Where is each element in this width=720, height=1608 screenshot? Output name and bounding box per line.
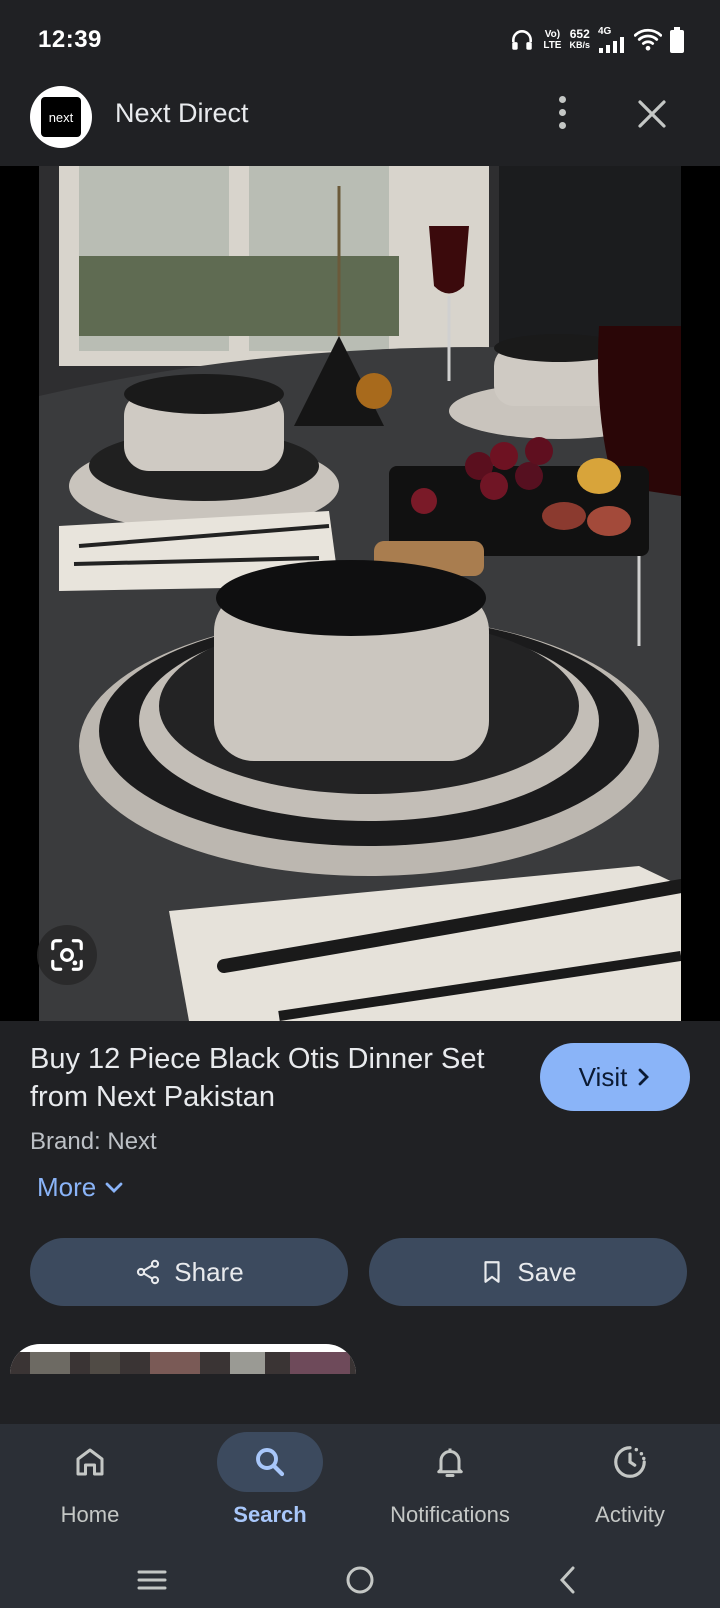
dot bbox=[558, 95, 566, 103]
image-viewer[interactable] bbox=[0, 166, 720, 1021]
bell-icon bbox=[437, 1448, 463, 1477]
volte-indicator: Vo) LTE bbox=[543, 29, 562, 51]
nav-activity-label: Activity bbox=[595, 1502, 665, 1527]
site-logo-text: next bbox=[41, 97, 81, 137]
status-time: 12:39 bbox=[38, 26, 102, 53]
signal-icon bbox=[599, 37, 624, 53]
related-image-card[interactable] bbox=[10, 1344, 356, 1374]
nav-notifications-icon-wrap bbox=[397, 1432, 503, 1492]
nav-home-label: Home bbox=[60, 1502, 120, 1527]
site-logo[interactable]: next bbox=[30, 86, 92, 148]
close-icon[interactable] bbox=[632, 94, 672, 134]
back-button[interactable] bbox=[548, 1560, 588, 1600]
google-lens-button[interactable] bbox=[37, 925, 97, 985]
dot bbox=[558, 121, 566, 129]
nav-notifications-label: Notifications bbox=[390, 1502, 510, 1527]
system-navigation-bar bbox=[0, 1550, 720, 1608]
nav-activity-icon-wrap bbox=[577, 1432, 683, 1492]
more-options-button[interactable] bbox=[546, 94, 578, 130]
nav-home-icon-wrap bbox=[37, 1432, 143, 1492]
site-name[interactable]: Next Direct bbox=[115, 98, 249, 129]
status-bar: 12:39 Vo) LTE 652 KB/s 4G bbox=[0, 0, 720, 80]
menu-lines-icon bbox=[137, 1570, 167, 1590]
chevron-down-icon bbox=[105, 1182, 123, 1193]
save-button[interactable]: Save bbox=[369, 1238, 687, 1306]
recent-apps-button[interactable] bbox=[132, 1560, 172, 1600]
headphones-icon bbox=[512, 30, 533, 50]
back-chevron-icon bbox=[559, 1566, 575, 1594]
product-title[interactable]: Buy 12 Piece Black Otis Dinner Set from … bbox=[30, 1040, 520, 1116]
share-label: Share bbox=[174, 1256, 244, 1287]
search-icon bbox=[256, 1448, 285, 1477]
activity-icon bbox=[614, 1446, 646, 1478]
visit-label: Visit bbox=[578, 1061, 628, 1092]
wifi-icon bbox=[634, 28, 662, 51]
dot bbox=[558, 108, 566, 116]
chevron-right-icon bbox=[638, 1068, 650, 1086]
circle-home-icon bbox=[346, 1566, 374, 1594]
result-header: next Next Direct bbox=[0, 80, 720, 166]
signal-indicator: 4G bbox=[598, 27, 626, 53]
brand-text: Brand: Next bbox=[30, 1128, 157, 1155]
share-button[interactable]: Share bbox=[30, 1238, 348, 1306]
related-image-thumbnail bbox=[10, 1352, 356, 1374]
nav-search-label: Search bbox=[233, 1502, 307, 1527]
share-icon bbox=[137, 1259, 160, 1285]
home-system-button[interactable] bbox=[340, 1560, 380, 1600]
bottom-navigation: Home Search Notifications Activity bbox=[0, 1424, 720, 1550]
home-icon bbox=[76, 1448, 104, 1476]
nav-notifications[interactable]: Notifications bbox=[360, 1424, 540, 1550]
lens-icon bbox=[51, 939, 83, 971]
product-image bbox=[39, 166, 681, 1021]
nav-search-icon-wrap bbox=[217, 1432, 323, 1492]
battery-icon bbox=[670, 27, 684, 53]
bookmark-icon bbox=[484, 1261, 500, 1283]
network-speed: 652 KB/s bbox=[569, 27, 590, 50]
visit-button[interactable]: Visit bbox=[540, 1043, 690, 1111]
more-button[interactable]: More bbox=[37, 1172, 124, 1203]
save-label: Save bbox=[517, 1256, 577, 1287]
nav-activity[interactable]: Activity bbox=[540, 1424, 720, 1550]
nav-search[interactable]: Search bbox=[180, 1424, 360, 1550]
nav-home[interactable]: Home bbox=[0, 1424, 180, 1550]
status-icons: Vo) LTE 652 KB/s 4G bbox=[509, 27, 684, 53]
more-label: More bbox=[37, 1172, 97, 1202]
